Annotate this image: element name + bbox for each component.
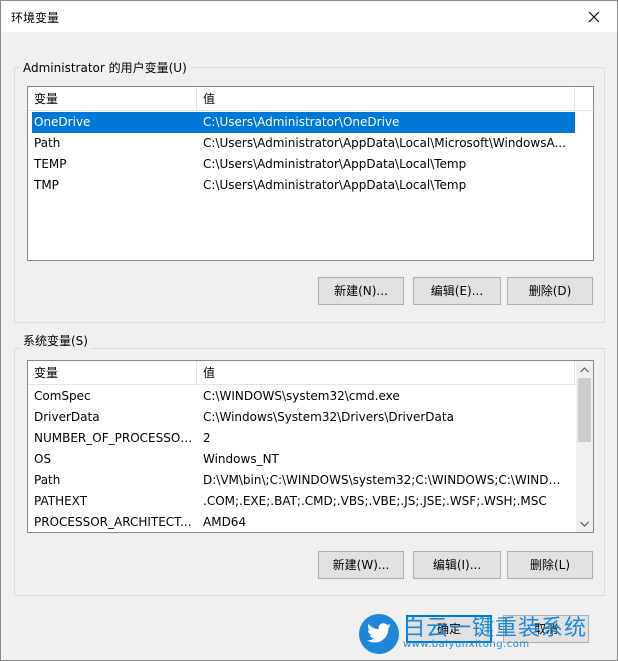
var-value: AMD64 bbox=[203, 515, 247, 529]
system-delete-button[interactable]: 删除(L) bbox=[507, 551, 593, 579]
var-name: Path bbox=[34, 136, 61, 150]
var-name: OS bbox=[34, 452, 52, 466]
var-value: C:\Users\Administrator\AppData\Local\Tem… bbox=[203, 157, 467, 171]
system-vars-label: 系统变量(S) bbox=[20, 332, 91, 349]
watermark-logo: 白云一键重装系统 www.baiyunxitong.com bbox=[359, 610, 609, 656]
close-icon bbox=[588, 11, 600, 22]
var-value: C:\Users\Administrator\OneDrive bbox=[203, 115, 400, 129]
var-value: .COM;.EXE;.BAT;.CMD;.VBS;.VBE;.JS;.JSE;.… bbox=[203, 494, 547, 508]
title-bar: 环境变量 bbox=[1, 1, 617, 32]
var-name: OneDrive bbox=[34, 115, 91, 129]
var-name: TEMP bbox=[34, 157, 67, 171]
user-new-button[interactable]: 新建(N)... bbox=[318, 277, 404, 305]
table-row[interactable]: TMP C:\Users\Administrator\AppData\Local… bbox=[32, 175, 575, 196]
table-row[interactable]: OS Windows_NT bbox=[32, 449, 575, 470]
table-row[interactable]: Path D:\VM\bin\;C:\WINDOWS\system32;C:\W… bbox=[32, 470, 575, 491]
watermark-url: www.baiyunxitong.com bbox=[403, 639, 530, 650]
twitter-bird-icon bbox=[359, 614, 399, 654]
table-row[interactable]: TEMP C:\Users\Administrator\AppData\Loca… bbox=[32, 154, 575, 175]
table-row[interactable]: Path C:\Users\Administrator\AppData\Loca… bbox=[32, 133, 575, 154]
scroll-thumb[interactable] bbox=[578, 378, 591, 442]
var-value: C:\WINDOWS\system32\cmd.exe bbox=[203, 389, 400, 403]
table-row[interactable]: PROCESSOR_ARCHITECT... AMD64 bbox=[32, 512, 575, 532]
chevron-down-icon bbox=[580, 521, 589, 527]
var-name: ComSpec bbox=[34, 389, 91, 403]
column-header-value[interactable]: 值 bbox=[197, 87, 575, 111]
scroll-up-arrow[interactable] bbox=[576, 361, 593, 378]
var-value: D:\VM\bin\;C:\WINDOWS\system32;C:\WINDOW… bbox=[203, 473, 568, 487]
watermark-text: 白云一键重装系统 bbox=[403, 616, 588, 641]
table-row[interactable]: NUMBER_OF_PROCESSORS 2 bbox=[32, 428, 575, 449]
var-value: Windows_NT bbox=[203, 452, 279, 466]
system-vars-list[interactable]: 变量 值 ComSpec C:\WINDOWS\system32\cmd.exe… bbox=[27, 360, 594, 533]
user-delete-button[interactable]: 删除(D) bbox=[507, 277, 593, 305]
var-value: C:\Users\Administrator\AppData\Local\Mic… bbox=[203, 136, 566, 150]
table-row[interactable]: ComSpec C:\WINDOWS\system32\cmd.exe bbox=[32, 386, 575, 407]
var-name: PATHEXT bbox=[34, 494, 88, 508]
column-header-value[interactable]: 值 bbox=[197, 361, 575, 385]
window-title: 环境变量 bbox=[11, 11, 60, 25]
user-vars-header: 变量 值 bbox=[28, 87, 593, 111]
var-name: NUMBER_OF_PROCESSORS bbox=[34, 431, 194, 445]
environment-variables-dialog: 环境变量 Administrator 的用户变量(U) 变量 值 OneDriv… bbox=[0, 0, 618, 661]
table-row[interactable]: PATHEXT .COM;.EXE;.BAT;.CMD;.VBS;.VBE;.J… bbox=[32, 491, 575, 512]
column-header-variable[interactable]: 变量 bbox=[28, 361, 197, 385]
scroll-down-arrow[interactable] bbox=[576, 515, 593, 532]
column-header-variable[interactable]: 变量 bbox=[28, 87, 197, 111]
system-new-button[interactable]: 新建(W)... bbox=[318, 551, 404, 579]
system-vars-header: 变量 值 bbox=[28, 361, 593, 385]
system-edit-button[interactable]: 编辑(I)... bbox=[413, 551, 501, 579]
var-name: Path bbox=[34, 473, 61, 487]
vertical-scrollbar[interactable] bbox=[576, 361, 593, 532]
user-vars-list[interactable]: 变量 值 OneDrive C:\Users\Administrator\One… bbox=[27, 86, 594, 261]
var-value: C:\Users\Administrator\AppData\Local\Tem… bbox=[203, 178, 467, 192]
var-name: DriverData bbox=[34, 410, 100, 424]
var-name: PROCESSOR_ARCHITECT... bbox=[34, 515, 192, 529]
table-row[interactable]: DriverData C:\Windows\System32\Drivers\D… bbox=[32, 407, 575, 428]
var-value: 2 bbox=[203, 431, 211, 445]
close-button[interactable] bbox=[571, 1, 617, 32]
table-row[interactable]: OneDrive C:\Users\Administrator\OneDrive bbox=[32, 112, 575, 133]
chevron-up-icon bbox=[580, 366, 589, 372]
user-edit-button[interactable]: 编辑(E)... bbox=[413, 277, 501, 305]
var-value: C:\Windows\System32\Drivers\DriverData bbox=[203, 410, 454, 424]
var-name: TMP bbox=[34, 178, 59, 192]
user-vars-label: Administrator 的用户变量(U) bbox=[20, 59, 190, 76]
